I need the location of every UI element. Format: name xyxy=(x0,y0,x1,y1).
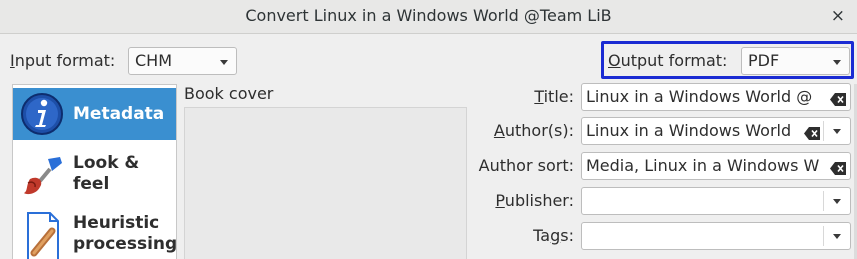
document-wrench-icon xyxy=(20,211,66,259)
output-format-select[interactable]: PDF xyxy=(741,47,850,75)
title-field[interactable]: Linux in a Windows World @ xyxy=(581,83,851,111)
sidebar-item-label: processing xyxy=(73,234,178,254)
clear-icon[interactable] xyxy=(830,91,846,106)
sidebar-item-label: feel xyxy=(73,174,110,194)
publisher-combobox[interactable] xyxy=(581,187,851,215)
output-format-label: Output format: xyxy=(608,51,728,70)
chevron-down-icon xyxy=(833,60,841,65)
input-format-value: CHM xyxy=(135,51,173,70)
chevron-down-icon[interactable] xyxy=(833,234,841,239)
clear-icon[interactable] xyxy=(804,125,820,140)
authors-value: Linux in a Windows World xyxy=(586,121,792,140)
authors-label: Author(s): xyxy=(493,121,574,140)
sidebar-item-heuristic-processing[interactable]: Heuristic processing xyxy=(13,209,178,259)
authors-combobox[interactable]: Linux in a Windows World xyxy=(581,117,851,145)
input-format-select[interactable]: CHM xyxy=(128,47,237,75)
title-label: Title: xyxy=(534,87,574,106)
chevron-down-icon[interactable] xyxy=(833,199,841,204)
title-value: Linux in a Windows World @ xyxy=(586,87,813,106)
title-bar: Convert Linux in a Windows World @Team L… xyxy=(0,0,857,34)
author-sort-value: Media, Linux in a Windows W xyxy=(586,156,820,175)
author-sort-field[interactable]: Media, Linux in a Windows W xyxy=(581,152,851,180)
tags-combobox[interactable] xyxy=(581,222,851,250)
sidebar-item-look-and-feel[interactable]: Look & feel xyxy=(13,149,176,201)
divider xyxy=(823,121,824,141)
author-sort-label: Author sort: xyxy=(478,156,574,175)
sidebar-item-label: Look & xyxy=(73,153,140,173)
sidebar-item-metadata[interactable]: Metadata xyxy=(13,88,176,140)
publisher-label: Publisher: xyxy=(495,191,574,210)
tags-label: Tags: xyxy=(533,226,574,245)
book-cover-label: Book cover xyxy=(184,84,274,103)
divider xyxy=(823,226,824,246)
chevron-down-icon xyxy=(220,60,228,65)
sidebar: Metadata Look & feel Heuristic processin… xyxy=(12,84,177,259)
divider xyxy=(823,191,824,211)
paintbrush-icon xyxy=(20,153,66,203)
sidebar-item-label: Heuristic xyxy=(73,213,160,233)
book-cover-image[interactable] xyxy=(184,107,467,259)
window-title: Convert Linux in a Windows World @Team L… xyxy=(245,6,612,25)
sidebar-item-label: Metadata xyxy=(73,104,165,124)
info-icon xyxy=(20,92,64,140)
chevron-down-icon[interactable] xyxy=(833,129,841,134)
input-format-label: Input format: xyxy=(10,51,116,70)
close-icon[interactable]: × xyxy=(831,6,845,26)
clear-icon[interactable] xyxy=(830,160,846,175)
output-format-value: PDF xyxy=(748,51,780,70)
